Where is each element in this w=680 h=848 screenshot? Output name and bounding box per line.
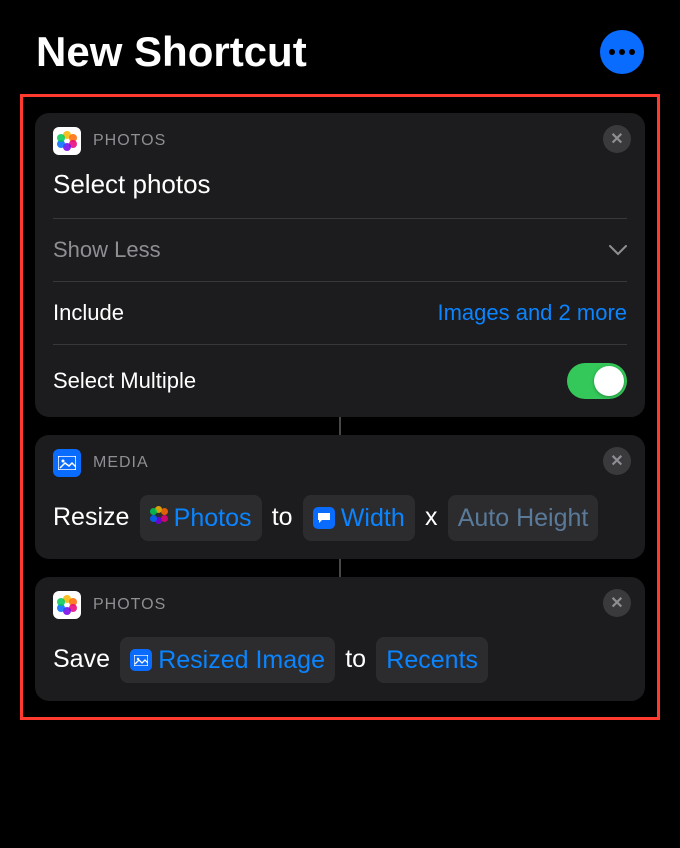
- select-multiple-row: Select Multiple: [35, 345, 645, 417]
- resized-image-token[interactable]: Resized Image: [120, 637, 335, 683]
- width-variable-token[interactable]: Width: [303, 495, 415, 541]
- app-label: PHOTOS: [93, 596, 166, 614]
- connector: [339, 417, 341, 435]
- media-app-icon: [53, 449, 81, 477]
- image-token-icon: [130, 649, 152, 671]
- more-options-button[interactable]: [600, 30, 644, 74]
- chevron-down-icon: [609, 240, 627, 261]
- header: New Shortcut: [0, 0, 680, 86]
- photos-token-icon: [150, 497, 168, 539]
- action-select-photos[interactable]: PHOTOS ✕ Select photos Show Less Include…: [35, 113, 645, 417]
- ask-icon: [313, 507, 335, 529]
- app-label: MEDIA: [93, 454, 149, 472]
- close-icon[interactable]: ✕: [603, 589, 631, 617]
- word-x: x: [425, 503, 438, 531]
- album-token[interactable]: Recents: [376, 637, 488, 683]
- word-to: to: [345, 645, 366, 673]
- action-save-photo[interactable]: PHOTOS ✕ Save Resized Image to Recents: [35, 577, 645, 701]
- action-resize-image[interactable]: MEDIA ✕ Resize Photos to: [35, 435, 645, 559]
- include-value[interactable]: Images and 2 more: [437, 300, 627, 326]
- photos-variable-token[interactable]: Photos: [140, 495, 262, 541]
- height-variable-token[interactable]: Auto Height: [448, 495, 599, 541]
- select-multiple-toggle[interactable]: [567, 363, 627, 399]
- word-resize: Resize: [53, 503, 129, 531]
- card-header: PHOTOS ✕: [35, 113, 645, 161]
- card-header: PHOTOS ✕: [35, 577, 645, 625]
- photos-app-icon: [53, 591, 81, 619]
- connector: [339, 559, 341, 577]
- show-less-row[interactable]: Show Less: [35, 219, 645, 281]
- show-less-label: Show Less: [53, 237, 161, 263]
- include-row[interactable]: Include Images and 2 more: [35, 282, 645, 344]
- action-title: Select photos: [35, 161, 645, 218]
- close-icon[interactable]: ✕: [603, 125, 631, 153]
- action-body: Save Resized Image to Recents: [35, 625, 645, 701]
- card-header: MEDIA ✕: [35, 435, 645, 483]
- page-title: New Shortcut: [36, 28, 307, 76]
- app-label: PHOTOS: [93, 132, 166, 150]
- close-icon[interactable]: ✕: [603, 447, 631, 475]
- word-save: Save: [53, 645, 110, 673]
- photos-app-icon: [53, 127, 81, 155]
- action-body: Resize Photos to: [35, 483, 645, 559]
- include-label: Include: [53, 300, 124, 326]
- actions-container: PHOTOS ✕ Select photos Show Less Include…: [20, 94, 660, 720]
- word-to: to: [272, 503, 293, 531]
- select-multiple-label: Select Multiple: [53, 368, 196, 394]
